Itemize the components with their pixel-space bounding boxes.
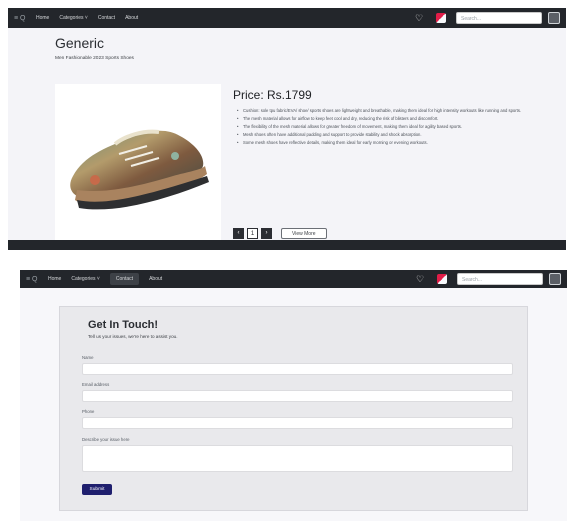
heart-icon[interactable]: ♡: [416, 274, 425, 284]
phone-label: Phone: [82, 409, 95, 414]
cart-icon[interactable]: [549, 273, 561, 285]
next-page-button[interactable]: ›: [261, 228, 272, 239]
flag-icon[interactable]: [437, 274, 447, 284]
brand-logo[interactable]: ≡ Q: [26, 276, 48, 283]
nav-contact[interactable]: Contact: [109, 273, 140, 285]
contact-page-screenshot: ≡ Q Home Categories ˅ Contact About ♡ Se…: [20, 270, 567, 521]
submit-button[interactable]: Submit: [82, 484, 112, 495]
prev-page-button[interactable]: ‹: [233, 228, 244, 239]
name-field-group: Name: [82, 355, 513, 375]
feature-item: The flexibility of the mesh material all…: [233, 124, 523, 130]
nav-categories[interactable]: Categories ˅: [71, 276, 100, 282]
product-features: Cushion: sole tpu fabric/EVA/ shoe/ spor…: [233, 108, 523, 148]
product-brand: Generic: [55, 35, 105, 51]
pagination: ‹ 1 › View More: [233, 228, 327, 239]
contact-form-card: Get In Touch! Tell us your issues, we're…: [59, 306, 528, 511]
nav-about[interactable]: About: [125, 15, 138, 21]
nav-contact[interactable]: Contact: [98, 15, 115, 21]
issue-textarea[interactable]: [82, 445, 513, 472]
top-navbar: ≡ Q Home Categories ˅ Contact About ♡ Se…: [8, 8, 566, 28]
feature-item: Mesh shoes often have additional padding…: [233, 132, 523, 138]
issue-field-group: Describe your issue here: [82, 437, 513, 472]
contact-title: Get In Touch!: [88, 319, 159, 331]
nav-right-group: ♡ Search...: [415, 8, 566, 28]
email-field-group: Email address: [82, 382, 513, 402]
search-input[interactable]: Search...: [456, 12, 542, 24]
feature-item: Cushion: sole tpu fabric/EVA/ shoe/ spor…: [233, 108, 523, 114]
nav-right-group: ♡ Search...: [416, 270, 567, 288]
issue-label: Describe your issue here: [82, 437, 130, 442]
product-price: Price: Rs.1799: [233, 88, 312, 102]
shoe-illustration: [70, 129, 209, 210]
search-input[interactable]: Search...: [457, 273, 543, 285]
nav-about[interactable]: About: [149, 276, 162, 282]
flag-icon[interactable]: [436, 13, 446, 23]
top-navbar: ≡ Q Home Categories ˅ Contact About ♡ Se…: [20, 270, 567, 288]
name-input[interactable]: [82, 363, 513, 375]
phone-input[interactable]: [82, 417, 513, 429]
product-image: [55, 84, 221, 244]
view-more-button[interactable]: View More: [281, 228, 327, 239]
name-label: Name: [82, 355, 94, 360]
feature-item: The mesh material allows for airflow to …: [233, 116, 523, 122]
nav-home[interactable]: Home: [36, 15, 49, 21]
brand-logo[interactable]: ≡ Q: [14, 15, 36, 22]
page-number[interactable]: 1: [247, 228, 258, 239]
email-input[interactable]: [82, 390, 513, 402]
cart-icon[interactable]: [548, 12, 560, 24]
nav-home[interactable]: Home: [48, 276, 61, 282]
feature-item: Some mesh shoes have reflective details,…: [233, 140, 523, 146]
phone-field-group: Phone: [82, 409, 513, 429]
product-name: Men Fashionable 2023 Sports Shoes: [55, 56, 134, 61]
heart-icon[interactable]: ♡: [415, 13, 424, 23]
footer-bar: [8, 240, 566, 250]
email-label: Email address: [82, 382, 110, 387]
product-page-screenshot: ≡ Q Home Categories ˅ Contact About ♡ Se…: [8, 8, 566, 250]
nav-categories[interactable]: Categories ˅: [59, 15, 88, 21]
contact-subtitle: Tell us your issues, we're here to assis…: [88, 334, 178, 339]
